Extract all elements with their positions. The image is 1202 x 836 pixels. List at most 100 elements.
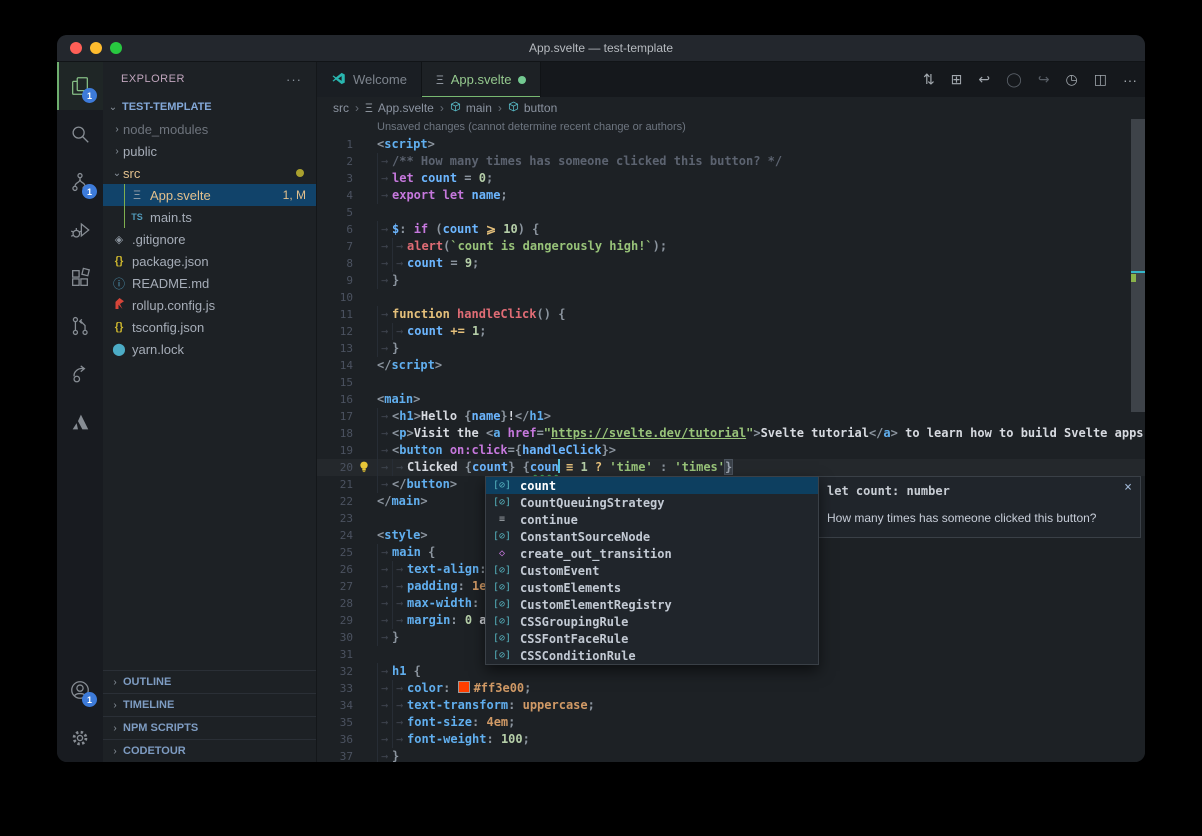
previous-change-icon[interactable]: ↩ xyxy=(978,71,990,88)
code-line-13[interactable]: 13→} xyxy=(317,340,1145,357)
workspace-section-header[interactable]: ⌄ TEST-TEMPLATE xyxy=(103,96,316,118)
accounts-icon[interactable]: 1 xyxy=(57,666,103,714)
code-line-1[interactable]: 1<script> xyxy=(317,136,1145,153)
tree-item-app-svelte[interactable]: ΞApp.svelte1, M xyxy=(103,184,316,206)
close-window-button[interactable] xyxy=(70,42,82,54)
code-line-2[interactable]: 2→/** How many times has someone clicked… xyxy=(317,153,1145,170)
tree-item-rollup-config-js[interactable]: rollup.config.js xyxy=(103,294,316,316)
code-line-4[interactable]: 4→export let name; xyxy=(317,187,1145,204)
code-line-34[interactable]: 34→→text-transform: uppercase; xyxy=(317,697,1145,714)
tree-item-public[interactable]: ›public xyxy=(103,140,316,162)
extensions-icon[interactable] xyxy=(57,254,103,302)
suggest-item-continue[interactable]: ≡continue xyxy=(486,511,818,528)
live-share-icon[interactable] xyxy=(57,350,103,398)
explorer-icon[interactable]: 1 xyxy=(57,62,103,110)
svelte-file-icon: Ξ xyxy=(436,73,444,87)
tree-item-readme-md[interactable]: ⓘREADME.md xyxy=(103,272,316,294)
github-pull-requests-icon[interactable] xyxy=(57,302,103,350)
suggest-item-countqueuingstrategy[interactable]: [⊘]CountQueuingStrategy xyxy=(486,494,818,511)
views-and-more-actions-icon[interactable]: ··· xyxy=(286,72,302,87)
code-line-12[interactable]: 12→→count += 1; xyxy=(317,323,1145,340)
lightbulb-icon[interactable] xyxy=(357,460,371,474)
code-line-7[interactable]: 7→→alert(`count is dangerously high!`); xyxy=(317,238,1145,255)
unsaved-changes-dot[interactable] xyxy=(518,76,526,84)
breadcrumb-item-main[interactable]: main xyxy=(450,101,492,115)
suggest-item-customevent[interactable]: [⊘]CustomEvent xyxy=(486,562,818,579)
code-line-33[interactable]: 33→→color: #ff3e00; xyxy=(317,680,1145,697)
zoom-window-button[interactable] xyxy=(110,42,122,54)
code-line-32[interactable]: 32→h1 { xyxy=(317,663,1145,680)
panel-header-outline[interactable]: ›OUTLINE xyxy=(103,670,316,693)
tree-item-tsconfig-json[interactable]: {}tsconfig.json xyxy=(103,316,316,338)
code-line-18[interactable]: 18→<p>Visit the <a href="https://svelte.… xyxy=(317,425,1145,442)
suggest-item-customelementregistry[interactable]: [⊘]CustomElementRegistry xyxy=(486,596,818,613)
code-editor[interactable]: Unsaved changes (cannot determine recent… xyxy=(317,119,1145,762)
code-line-3[interactable]: 3→let count = 0; xyxy=(317,170,1145,187)
more-actions-icon[interactable]: ··· xyxy=(1123,72,1137,88)
breadcrumb-separator: › xyxy=(440,101,444,115)
code-line-19[interactable]: 19→<button on:click={handleClick}> xyxy=(317,442,1145,459)
azure-icon[interactable] xyxy=(57,398,103,446)
suggest-item-cssgroupingrule[interactable]: [⊘]CSSGroupingRule xyxy=(486,613,818,630)
code-line-20[interactable]: 20→→Clicked {count} {coun ≡ 1 ? 'time' :… xyxy=(317,459,1145,476)
code-line-16[interactable]: 16<main> xyxy=(317,391,1145,408)
minimize-window-button[interactable] xyxy=(90,42,102,54)
source-control-icon[interactable]: 1 xyxy=(57,158,103,206)
source-control-badge: 1 xyxy=(82,184,97,199)
split-editor-icon[interactable]: ◫ xyxy=(1094,71,1107,88)
editor-scrollbar[interactable] xyxy=(1131,119,1145,762)
code-line-15[interactable]: 15 xyxy=(317,374,1145,391)
line-number: 11 xyxy=(317,306,353,323)
current-change-icon[interactable]: ◯ xyxy=(1006,71,1022,88)
tree-item--gitignore[interactable]: ◈.gitignore xyxy=(103,228,316,250)
search-icon[interactable] xyxy=(57,110,103,158)
tree-item-node-modules[interactable]: ›node_modules xyxy=(103,118,316,140)
next-change-icon[interactable]: ↪ xyxy=(1038,71,1050,88)
tab-app-svelte[interactable]: ΞApp.svelte xyxy=(422,62,542,97)
line-number: 35 xyxy=(317,714,353,731)
tree-item-package-json[interactable]: {}package.json xyxy=(103,250,316,272)
brace-file-icon: {} xyxy=(111,321,127,333)
code-line-37[interactable]: 37→} xyxy=(317,748,1145,762)
close-icon[interactable]: × xyxy=(1124,480,1132,495)
code-line-10[interactable]: 10 xyxy=(317,289,1145,306)
breadcrumb-item-src[interactable]: src xyxy=(333,101,349,115)
code-line-6[interactable]: 6→$: if (count ⩾ 10) { xyxy=(317,221,1145,238)
file-tree: ›node_modules›public⌄srcΞApp.svelte1, MT… xyxy=(103,118,316,360)
code-line-36[interactable]: 36→→font-weight: 100; xyxy=(317,731,1145,748)
suggest-item-create_out_transition[interactable]: ◇create_out_transition xyxy=(486,545,818,562)
code-line-17[interactable]: 17→<h1>Hello {name}!</h1> xyxy=(317,408,1145,425)
code-line-11[interactable]: 11→function handleClick() { xyxy=(317,306,1145,323)
suggest-item-customelements[interactable]: [⊘]customElements xyxy=(486,579,818,596)
panel-header-timeline[interactable]: ›TIMELINE xyxy=(103,693,316,716)
chevron-right-icon: › xyxy=(109,746,121,757)
line-number: 34 xyxy=(317,697,353,714)
tab-welcome[interactable]: Welcome xyxy=(317,62,422,97)
code-line-14[interactable]: 14</script> xyxy=(317,357,1145,374)
breadcrumb-item-button[interactable]: button xyxy=(508,101,557,115)
run-and-debug-icon[interactable] xyxy=(57,206,103,254)
panel-header-npm-scripts[interactable]: ›NPM SCRIPTS xyxy=(103,716,316,739)
tree-item-yarn-lock[interactable]: ⬤yarn.lock xyxy=(103,338,316,360)
compare-changes-icon[interactable]: ⇅ xyxy=(923,71,935,88)
titlebar[interactable]: App.svelte — test-template xyxy=(57,35,1145,62)
tree-item-main-ts[interactable]: TSmain.ts xyxy=(103,206,316,228)
symbol-cube-icon xyxy=(450,101,461,115)
panel-header-codetour[interactable]: ›CODETOUR xyxy=(103,739,316,762)
tree-item-src[interactable]: ⌄src xyxy=(103,162,316,184)
code-line-35[interactable]: 35→→font-size: 4em; xyxy=(317,714,1145,731)
suggest-item-cssfontfacerule[interactable]: [⊘]CSSFontFaceRule xyxy=(486,630,818,647)
settings-icon[interactable] xyxy=(57,714,103,762)
line-number: 1 xyxy=(317,136,353,153)
open-changes-icon[interactable]: ⊞ xyxy=(951,71,963,88)
code-line-9[interactable]: 9→} xyxy=(317,272,1145,289)
suggest-item-constantsourcenode[interactable]: [⊘]ConstantSourceNode xyxy=(486,528,818,545)
file-history-icon[interactable]: ◷ xyxy=(1066,71,1078,88)
suggest-item-count[interactable]: [⊘]count xyxy=(486,477,818,494)
suggest-item-cssconditionrule[interactable]: [⊘]CSSConditionRule xyxy=(486,647,818,664)
code-line-5[interactable]: 5 xyxy=(317,204,1145,221)
breadcrumb-item-app-svelte[interactable]: ΞApp.svelte xyxy=(365,101,434,115)
scrollbar-thumb[interactable] xyxy=(1131,119,1145,412)
code-line-8[interactable]: 8→→count = 9; xyxy=(317,255,1145,272)
line-number: 21 xyxy=(317,476,353,493)
